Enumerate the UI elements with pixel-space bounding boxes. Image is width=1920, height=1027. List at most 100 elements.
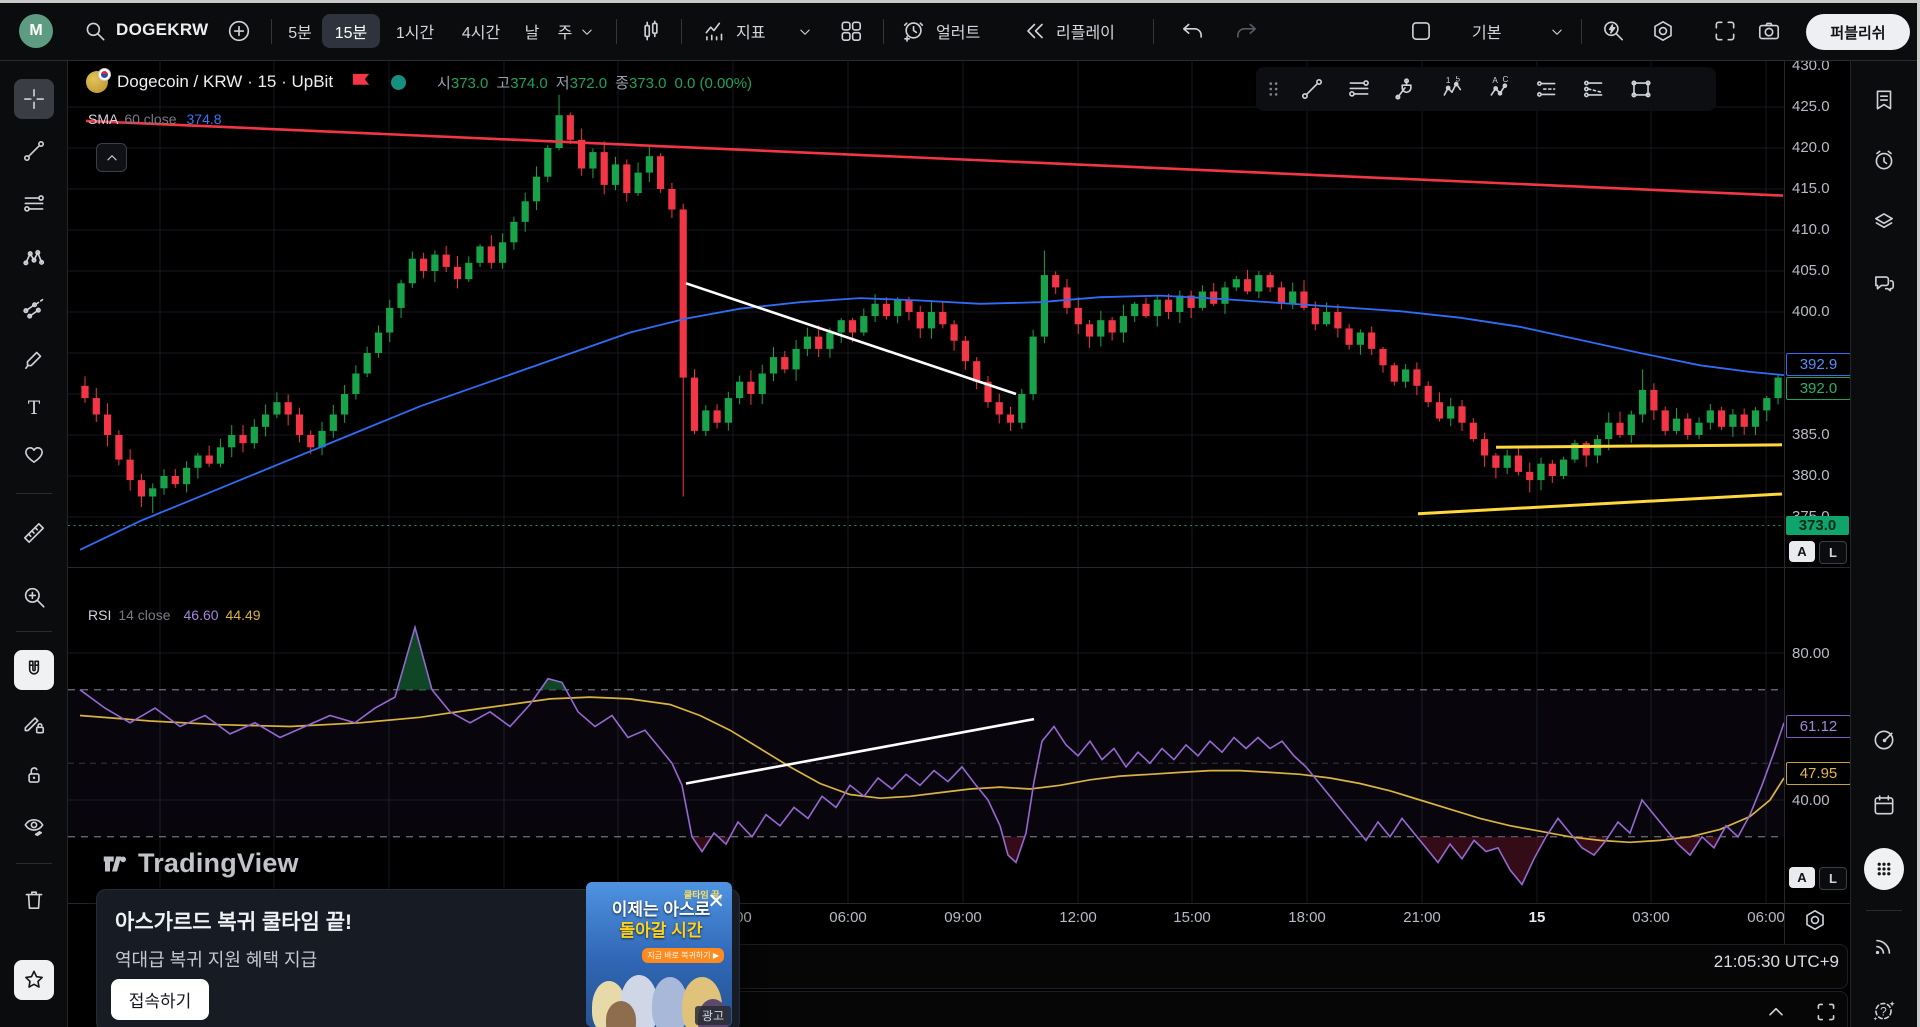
ad-cta-button[interactable]: 접속하기 (111, 979, 209, 1020)
rsi-tick: 40.00 (1792, 792, 1830, 809)
timeframe-15분[interactable]: 15분 (322, 14, 380, 48)
zoom-in-tool-icon[interactable] (14, 577, 54, 617)
rsi-ma-value: 44.49 (225, 607, 261, 623)
sma-legend[interactable]: SMA 60 close 374.8 (88, 111, 222, 127)
abc-pattern-tool-icon[interactable]: AC (1476, 70, 1523, 108)
symbol-legend[interactable]: Dogecoin / KRW · 15 · UpBit 시373.0 고374.0… (86, 68, 752, 95)
quick-search-icon[interactable] (1600, 18, 1626, 44)
divider (681, 19, 682, 44)
pane-separator[interactable] (68, 567, 1853, 568)
chart-canvas[interactable] (68, 59, 1784, 943)
drawing-toolbar: T (0, 61, 68, 1027)
settings-icon[interactable] (1650, 18, 1676, 44)
sidebar-calendar-icon[interactable] (1864, 785, 1904, 825)
parallel-lines-tool-icon[interactable] (1523, 70, 1570, 108)
sidebar-alerts-icon[interactable] (1864, 140, 1904, 180)
log-scale-button[interactable]: L (1819, 541, 1847, 564)
timeframe-5분[interactable]: 5분 (278, 14, 322, 48)
snapshot-camera-icon[interactable] (1756, 18, 1782, 44)
sidebar-chat-icon[interactable] (1864, 263, 1904, 303)
crosshair-tool-icon[interactable] (14, 79, 54, 119)
rsi-legend[interactable]: RSI 14 close 46.60 44.49 (88, 607, 261, 623)
timeframe-1시간[interactable]: 1시간 (384, 14, 446, 48)
legend-collapse-button[interactable] (96, 143, 127, 172)
redo-icon[interactable] (1233, 18, 1259, 44)
layout-name-button[interactable]: 기본 (1472, 14, 1501, 48)
indicators-icon[interactable] (702, 18, 728, 44)
rsi-log-scale-button[interactable]: L (1819, 867, 1847, 890)
sidebar-screener-icon[interactable] (1864, 720, 1904, 760)
rectangle-tool-icon[interactable] (1617, 70, 1664, 108)
lock-drawings-icon[interactable] (14, 755, 54, 795)
replay-button[interactable]: 리플레이 (1056, 14, 1115, 48)
pitchfork-tool-icon[interactable] (1382, 70, 1429, 108)
time-axis-settings-icon[interactable] (1802, 907, 1828, 933)
svg-text:C: C (1502, 76, 1508, 84)
horizontal-lines-tool-icon[interactable] (1335, 70, 1382, 108)
sidebar-apps-grid-icon[interactable] (1864, 848, 1904, 890)
alert-button[interactable]: 얼러트 (936, 14, 980, 48)
text-tool-icon[interactable]: T (14, 388, 54, 428)
timeframe-menu-chevron-icon[interactable] (578, 23, 596, 41)
projection-tool-icon[interactable] (14, 288, 54, 328)
search-icon[interactable] (82, 18, 108, 44)
ohlc-value: 373.0 (628, 74, 667, 92)
layout-chevron-icon[interactable] (1548, 23, 1566, 41)
time-axis-label: 03:00 (1632, 909, 1670, 926)
publish-button[interactable]: 퍼블리쉬 (1806, 14, 1910, 50)
remove-drawings-icon[interactable] (14, 880, 54, 920)
ad-banner[interactable]: 아스가르드 복귀 쿨타임 끝! 역대급 복귀 지원 혜택 지급 접속하기 쿨타임… (96, 882, 740, 1027)
price-axis-label: 415.0 (1792, 180, 1830, 197)
symbol-title[interactable]: Dogecoin / KRW · 15 · UpBit (117, 72, 333, 92)
sidebar-data-feed-icon[interactable] (1864, 926, 1904, 966)
elliott-wave-tool-icon[interactable]: 15 (1429, 70, 1476, 108)
chart-type-icon[interactable] (638, 18, 664, 44)
favorites-toolbar-icon[interactable] (14, 960, 54, 1000)
trend-line-tool-icon[interactable] (1288, 70, 1335, 108)
undo-icon[interactable] (1180, 18, 1206, 44)
rsi-params: 14 close (118, 607, 171, 623)
stay-in-drawing-mode-icon[interactable] (14, 704, 54, 744)
price-axis-label: 425.0 (1792, 98, 1830, 115)
symbol-search-input[interactable]: DOGEKRW (116, 20, 208, 40)
indicators-chevron-icon[interactable] (796, 23, 814, 41)
lines-tool-icon[interactable] (14, 184, 54, 224)
panel-expand-icon[interactable] (1763, 999, 1789, 1025)
rsi-auto-scale-button[interactable]: A (1789, 867, 1815, 888)
emoji-tool-icon[interactable] (14, 434, 54, 474)
svg-text:T: T (28, 398, 41, 419)
flag-icon[interactable] (348, 69, 374, 95)
trend-line-tool-icon[interactable] (14, 131, 54, 171)
disjoint-channel-tool-icon[interactable] (1570, 70, 1617, 108)
indicators-button[interactable]: 지표 (736, 14, 765, 48)
market-status-dot[interactable] (391, 74, 407, 90)
clock[interactable]: 21:05:30 UTC+9 (1714, 952, 1839, 972)
user-avatar[interactable]: M (19, 14, 53, 48)
sidebar-watchlist-icon[interactable] (1864, 80, 1904, 120)
divider (16, 863, 52, 864)
layout-select-icon[interactable] (1408, 18, 1434, 44)
ad-image-chip: 지금 바로 복귀하기 ▶ (642, 948, 724, 963)
ad-close-icon[interactable]: ✕ (707, 891, 725, 912)
measure-tool-icon[interactable] (14, 513, 54, 553)
timeframe-주[interactable]: 주 (548, 14, 582, 48)
rsi-name: RSI (88, 607, 112, 623)
fullscreen-icon[interactable] (1712, 18, 1738, 44)
watermark-text: TradingView (138, 848, 299, 878)
panel-maximize-icon[interactable] (1813, 999, 1839, 1025)
auto-scale-button[interactable]: A (1789, 541, 1815, 562)
drag-handle-icon[interactable] (1260, 70, 1288, 108)
magnet-mode-icon[interactable] (14, 650, 54, 690)
rsi-value-label: 61.12 (1786, 715, 1851, 738)
pattern-tool-icon[interactable] (14, 238, 54, 278)
add-symbol-icon[interactable] (226, 18, 252, 44)
sidebar-object-tree-icon[interactable] (1864, 201, 1904, 241)
sidebar-help-icon[interactable]: ? (1864, 990, 1904, 1027)
timeframe-4시간[interactable]: 4시간 (450, 14, 512, 48)
alert-clock-icon[interactable] (900, 18, 926, 44)
layout-grid-icon[interactable] (838, 18, 864, 44)
replay-icon[interactable] (1022, 18, 1048, 44)
timeframe-날[interactable]: 날 (514, 14, 550, 48)
brush-tool-icon[interactable] (14, 339, 54, 379)
hide-drawings-icon[interactable] (14, 806, 54, 846)
